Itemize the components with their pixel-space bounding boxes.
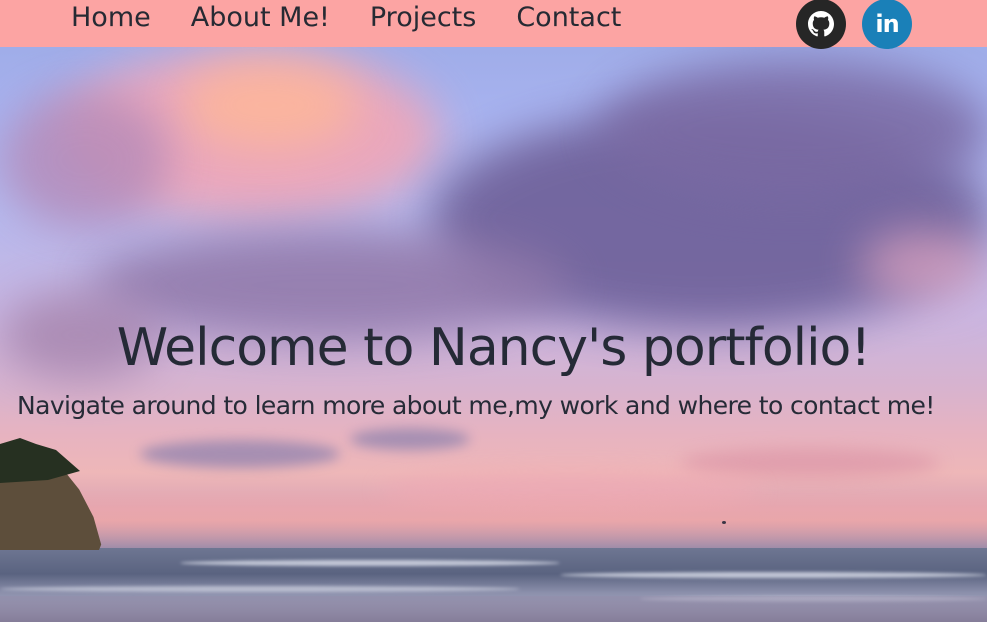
low-cloud bbox=[350, 428, 470, 450]
nav-link-contact[interactable]: Contact bbox=[516, 2, 621, 33]
hero-title: Welcome to Nancy's portfolio! bbox=[116, 318, 871, 378]
pink-cloud-right bbox=[860, 230, 987, 300]
nav-link-projects[interactable]: Projects bbox=[370, 2, 476, 33]
linkedin-icon: in bbox=[875, 10, 899, 38]
linkedin-link[interactable]: in bbox=[862, 0, 912, 49]
hero-subtitle: Navigate around to learn more about me,m… bbox=[17, 391, 935, 420]
purple-cloud bbox=[0, 90, 170, 230]
low-cloud bbox=[680, 448, 940, 478]
dark-purple-cloud-upper bbox=[600, 60, 987, 200]
github-icon bbox=[808, 11, 834, 37]
navbar: Home About Me! Projects Contact in bbox=[0, 0, 987, 49]
wave bbox=[560, 572, 987, 578]
nav-link-home[interactable]: Home bbox=[71, 2, 151, 33]
portfolio-page: Home About Me! Projects Contact in Welco… bbox=[0, 0, 987, 622]
horizon-glow bbox=[0, 490, 987, 550]
low-cloud bbox=[140, 440, 340, 468]
github-link[interactable] bbox=[796, 0, 846, 49]
nav-link-about[interactable]: About Me! bbox=[191, 2, 330, 33]
nav-links: Home About Me! Projects Contact bbox=[71, 0, 621, 36]
wave bbox=[0, 586, 520, 592]
orange-cloud bbox=[180, 60, 360, 150]
beach bbox=[0, 596, 987, 622]
wave bbox=[180, 560, 560, 566]
bird bbox=[722, 521, 726, 524]
hero-background-image bbox=[0, 0, 987, 622]
